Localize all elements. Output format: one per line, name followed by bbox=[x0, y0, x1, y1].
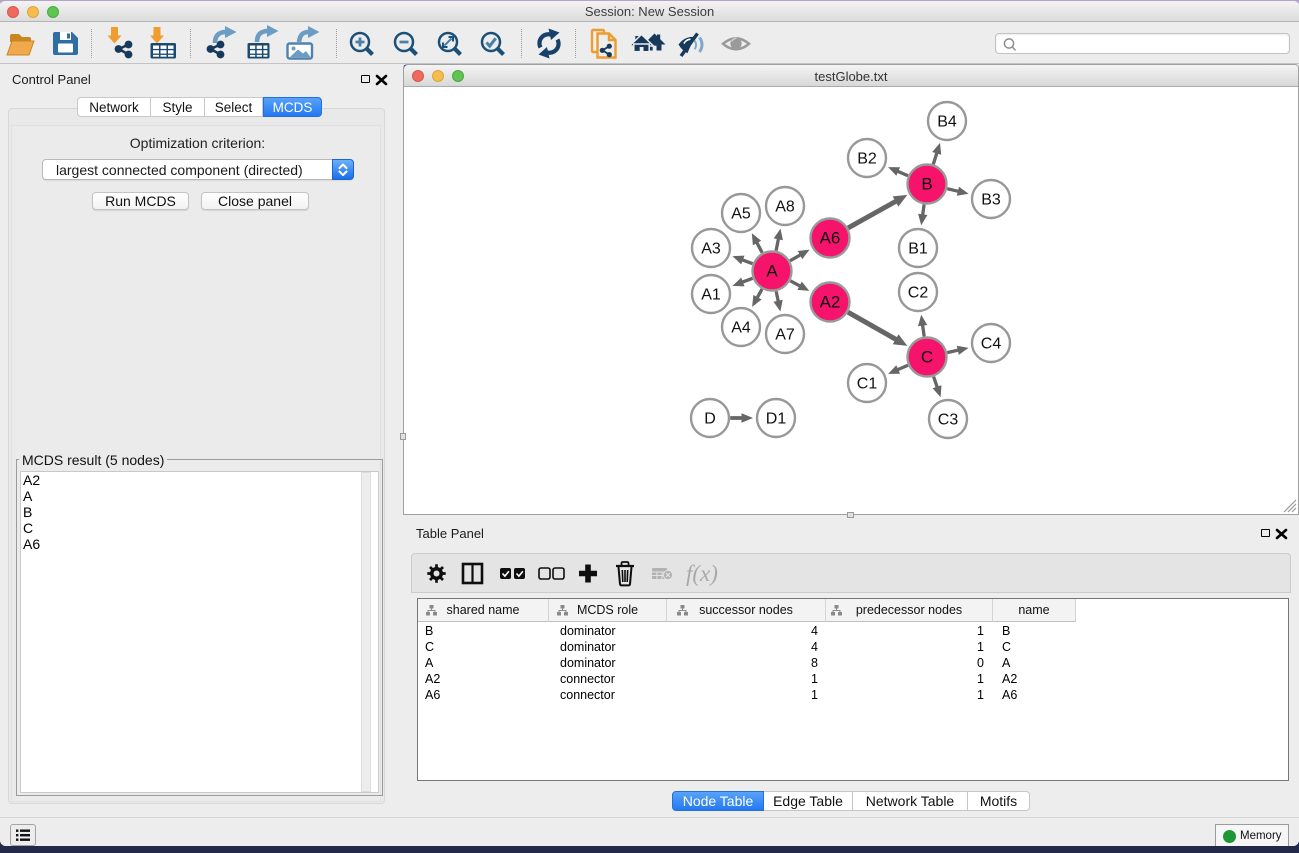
svg-text:B: B bbox=[921, 175, 932, 194]
svg-text:B4: B4 bbox=[937, 114, 957, 131]
svg-text:A8: A8 bbox=[775, 199, 795, 216]
svg-text:A5: A5 bbox=[731, 206, 751, 223]
svg-text:D: D bbox=[704, 411, 716, 428]
svg-text:C1: C1 bbox=[857, 376, 878, 393]
svg-text:A7: A7 bbox=[775, 327, 795, 344]
svg-text:B3: B3 bbox=[981, 192, 1001, 209]
svg-text:f(x): f(x) bbox=[686, 561, 718, 586]
svg-text:A6: A6 bbox=[820, 229, 841, 248]
svg-text:C4: C4 bbox=[981, 336, 1002, 353]
svg-text:C2: C2 bbox=[908, 285, 929, 302]
svg-text:D1: D1 bbox=[766, 411, 787, 428]
svg-text:B2: B2 bbox=[857, 151, 877, 168]
svg-text:A4: A4 bbox=[731, 320, 751, 337]
svg-text:C: C bbox=[921, 348, 933, 367]
svg-text:A2: A2 bbox=[820, 293, 841, 312]
svg-text:A3: A3 bbox=[701, 241, 721, 258]
svg-text:C3: C3 bbox=[938, 412, 959, 429]
svg-text:B1: B1 bbox=[908, 241, 928, 258]
svg-text:A: A bbox=[766, 262, 778, 281]
svg-text:A1: A1 bbox=[701, 287, 721, 304]
